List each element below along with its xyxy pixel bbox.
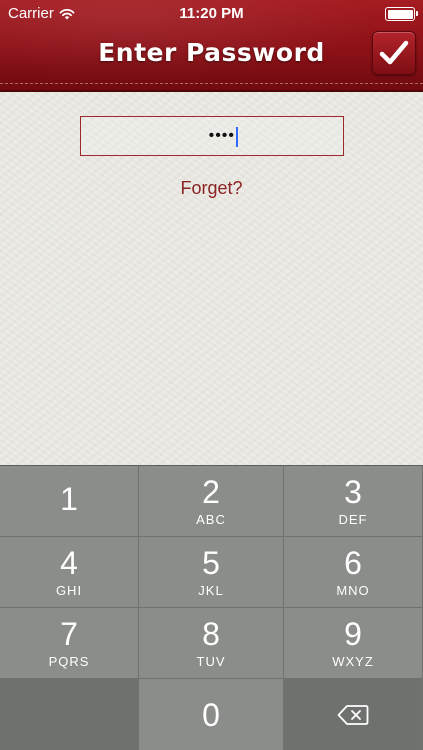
key-8[interactable]: 8 TUV [139,608,284,679]
key-digit: 6 [344,544,362,581]
key-digit: 5 [202,544,220,581]
key-letters: WXYZ [332,653,374,669]
key-letters: DEF [338,511,368,527]
forget-password-link[interactable]: Forget? [0,178,423,199]
key-0[interactable]: 0 [139,679,284,750]
key-2[interactable]: 2 ABC [139,466,284,537]
key-digit: 8 [202,615,220,652]
battery-icon [385,7,418,21]
key-9[interactable]: 9 WXYZ [284,608,423,679]
key-digit: 9 [344,615,362,652]
key-letters: GHI [55,582,83,598]
key-3[interactable]: 3 DEF [284,466,423,537]
key-7[interactable]: 7 PQRS [0,608,139,679]
key-4[interactable]: 4 GHI [0,537,139,608]
key-digit: 2 [202,473,220,510]
key-digit: 4 [60,544,78,581]
page-title: Enter Password [98,38,325,67]
key-digit: 1 [60,481,78,517]
key-6[interactable]: 6 MNO [284,537,423,608]
navigation-bar: Carrier 11:20 PM Enter Password [0,0,423,92]
text-caret [236,127,238,147]
key-1[interactable]: 1 [0,466,139,537]
key-5[interactable]: 5 JKL [139,537,284,608]
key-letters: MNO [336,582,370,598]
key-letters: TUV [196,653,226,669]
delete-key[interactable] [284,679,423,750]
password-dots: •••• [208,127,235,144]
confirm-button[interactable] [372,31,416,75]
backspace-icon [337,704,369,725]
password-panel: •••• Forget? [0,92,423,465]
status-bar: Carrier 11:20 PM [0,0,423,28]
status-time: 11:20 PM [179,5,244,22]
key-digit: 3 [344,473,362,510]
key-digit: 0 [202,696,220,733]
password-field[interactable]: •••• [80,116,344,156]
number-keypad: 1 2 ABC 3 DEF 4 GHI 5 JKL 6 MNO 7 PQRS 8… [0,465,423,750]
checkmark-icon [379,40,409,65]
key-letters: ABC [196,511,226,527]
key-blank [0,679,139,750]
key-letters: PQRS [48,653,90,669]
key-letters: JKL [198,582,224,598]
key-digit: 7 [60,615,78,652]
